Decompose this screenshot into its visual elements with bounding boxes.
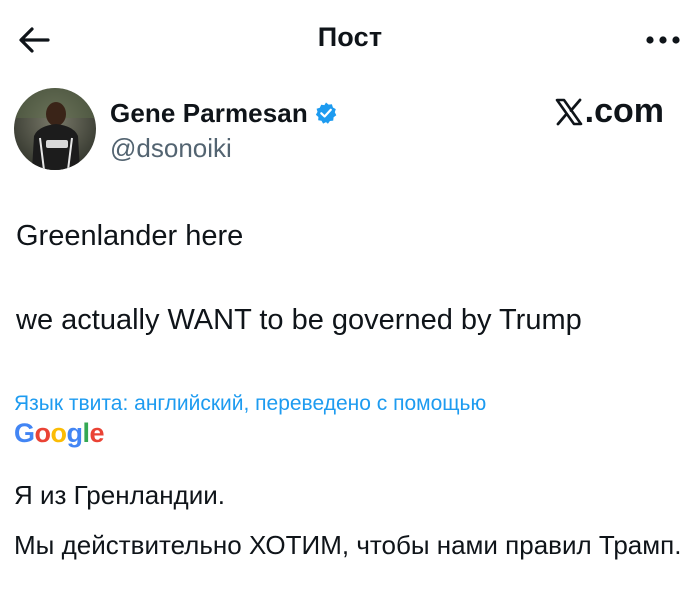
google-letter: G (14, 418, 35, 448)
translated-text-line: Я из Гренландии. (14, 480, 225, 510)
top-bar: Пост (0, 0, 700, 80)
avatar[interactable] (14, 88, 96, 170)
verified-badge-icon (315, 102, 337, 124)
translation-note[interactable]: Язык твита: английский, переведено с пом… (14, 392, 486, 416)
page-title: Пост (317, 22, 383, 52)
tweet-text-line: Greenlander here (16, 220, 244, 252)
google-logo: Google (14, 418, 105, 449)
more-options-button[interactable] (638, 22, 688, 58)
tweet-text-line: we actually WANT to be governed by Trump (16, 304, 582, 336)
site-watermark: .com (554, 92, 664, 131)
google-letter: g (66, 418, 84, 448)
google-letter: e (89, 418, 105, 448)
x-logo-icon (555, 98, 582, 125)
author-handle[interactable]: @dsonoiki (110, 133, 338, 164)
google-letter: o (50, 418, 68, 448)
google-letter: l (82, 418, 91, 448)
author-block: Gene Parmesan @dsonoiki (110, 95, 338, 164)
google-letter: o (34, 418, 52, 448)
watermark-text: .com (584, 92, 664, 130)
author-name[interactable]: Gene Parmesan (110, 98, 308, 129)
translated-text-line: Мы действительно ХОТИМ, чтобы нами прави… (14, 530, 682, 560)
more-horizontal-icon (646, 36, 680, 44)
